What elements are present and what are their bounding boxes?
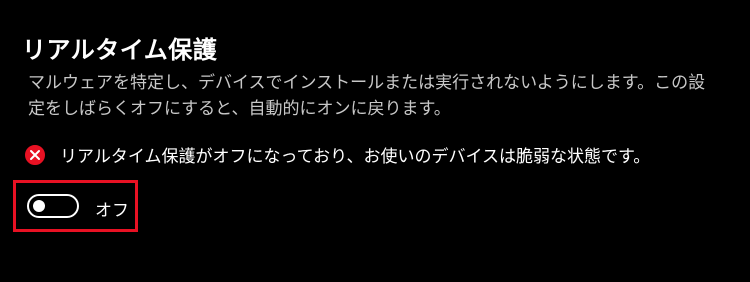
toggle-state-label: オフ xyxy=(95,201,129,221)
real-time-protection-toggle[interactable] xyxy=(27,194,79,218)
warning-message: リアルタイム保護がオフになっており、お使いのデバイスは脆弱な状態です。 xyxy=(24,142,650,167)
section-description: マルウェアを特定し、デバイスでインストールまたは実行されないようにします。この設… xyxy=(28,73,706,119)
error-circle-icon xyxy=(24,144,46,166)
toggle-knob xyxy=(33,200,45,212)
warning-text: リアルタイム保護がオフになっており、お使いのデバイスは脆弱な状態です。 xyxy=(60,147,651,167)
section-title: リアルタイム保護 xyxy=(22,36,218,64)
